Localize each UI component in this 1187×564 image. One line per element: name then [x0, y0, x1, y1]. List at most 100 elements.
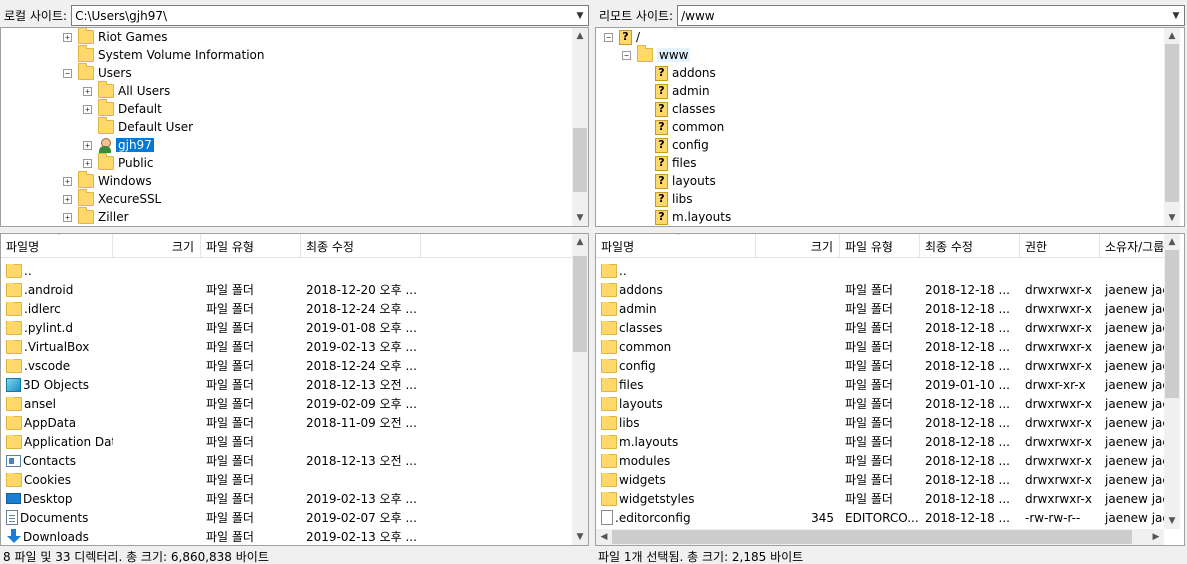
file-row[interactable]: admin 파일 폴더 2018-12-18 ... drwxrwxr-x jaenew… — [596, 299, 1169, 318]
tree-node[interactable]: ? m.layouts — [640, 208, 731, 226]
file-row[interactable]: ansel 파일 폴더 2019-02-09 오후 ... — [1, 394, 421, 413]
collapse-icon[interactable]: − — [622, 50, 631, 60]
tree-node[interactable]: ? libs — [640, 190, 693, 208]
local-tree-scrollbar[interactable]: ▲ ▼ — [572, 28, 588, 226]
file-row[interactable]: Cookies 파일 폴더 — [1, 470, 421, 489]
scroll-left-icon[interactable]: ◀ — [596, 529, 612, 545]
remote-path-combobox[interactable]: /www ▼ — [677, 5, 1185, 26]
tree-node[interactable]: − Users — [63, 63, 132, 82]
col-size[interactable]: 크기 — [113, 234, 201, 258]
tree-node[interactable]: + All Users — [83, 81, 170, 100]
tree-node[interactable]: ? common — [640, 118, 724, 136]
tree-node[interactable]: + Default — [83, 99, 162, 118]
local-directory-tree[interactable]: + Riot Games System Volume Information − Use… — [0, 27, 589, 227]
file-row[interactable]: 3D Objects 파일 폴더 2018-12-13 오전 ... — [1, 375, 421, 394]
scrollbar-thumb[interactable] — [1165, 44, 1179, 202]
remote-list-hscrollbar[interactable]: ◀ ▶ — [596, 529, 1164, 545]
scroll-down-icon[interactable]: ▼ — [1164, 210, 1180, 226]
file-row[interactable]: .idlerc 파일 폴더 2018-12-24 오후 ... — [1, 299, 421, 318]
tree-node[interactable]: ? addons — [640, 64, 716, 82]
tree-node[interactable]: + Ziller — [63, 207, 129, 226]
file-row[interactable]: widgetstyles 파일 폴더 2018-12-18 ... drwxrwxr-… — [596, 489, 1169, 508]
file-row[interactable]: .android 파일 폴더 2018-12-20 오후 ... — [1, 280, 421, 299]
file-row[interactable]: widgets 파일 폴더 2018-12-18 ... drwxrwxr-x jaen… — [596, 470, 1169, 489]
collapse-icon[interactable]: − — [63, 68, 72, 78]
scroll-down-icon[interactable]: ▼ — [572, 529, 588, 545]
local-list-scrollbar[interactable]: ▲ ▼ — [572, 234, 588, 545]
tree-node[interactable]: − www — [622, 45, 691, 64]
file-row[interactable]: .editorconfig 345 EDITORCO... 2018-12-18 ..… — [596, 508, 1169, 527]
scroll-down-icon[interactable]: ▼ — [572, 210, 588, 226]
file-row[interactable]: common 파일 폴더 2018-12-18 ... drwxrwxr-x jaene… — [596, 337, 1169, 356]
file-row[interactable]: .VirtualBox 파일 폴더 2019-02-13 오후 ... — [1, 337, 421, 356]
expand-icon[interactable]: + — [83, 104, 92, 114]
tree-node[interactable]: −? / — [604, 28, 640, 46]
tree-node[interactable]: ? classes — [640, 100, 715, 118]
tree-node[interactable]: + Riot Games — [63, 28, 168, 46]
chevron-down-icon[interactable]: ▼ — [572, 6, 588, 25]
file-row[interactable]: .pylint.d 파일 폴더 2019-01-08 오후 ... — [1, 318, 421, 337]
tree-node[interactable]: + Windows — [63, 171, 152, 190]
scroll-up-icon[interactable]: ▲ — [572, 234, 588, 250]
expand-icon[interactable]: + — [63, 32, 72, 42]
scroll-right-icon[interactable]: ▶ — [1148, 529, 1164, 545]
expand-icon[interactable]: + — [63, 194, 72, 204]
tree-node[interactable]: Default User — [83, 117, 193, 136]
expand-icon[interactable]: + — [83, 86, 92, 96]
col-permissions[interactable]: 권한 — [1020, 234, 1100, 258]
file-row[interactable]: layouts 파일 폴더 2018-12-18 ... drwxrwxr-x jaen… — [596, 394, 1169, 413]
file-row[interactable]: .. — [1, 261, 421, 280]
file-row[interactable]: config 파일 폴더 2018-12-18 ... drwxrwxr-x jaene… — [596, 356, 1169, 375]
tree-node[interactable]: + Public — [83, 153, 154, 172]
col-owner[interactable]: 소유자/그룹 — [1100, 234, 1169, 258]
col-type[interactable]: 파일 유형 — [840, 234, 920, 258]
col-filename[interactable]: 파일명 ˄ — [596, 234, 756, 258]
scroll-down-icon[interactable]: ▼ — [1164, 513, 1180, 529]
local-path-combobox[interactable]: C:\Users\gjh97\ ▼ — [71, 5, 589, 26]
col-type[interactable]: 파일 유형 — [201, 234, 301, 258]
scroll-up-icon[interactable]: ▲ — [572, 28, 588, 44]
col-size[interactable]: 크기 — [756, 234, 840, 258]
file-row[interactable]: modules 파일 폴더 2018-12-18 ... drwxrwxr-x jaen… — [596, 451, 1169, 470]
remote-list-scrollbar[interactable]: ▲ ▼ — [1164, 234, 1180, 529]
tree-node[interactable]: + XecureSSL — [63, 189, 161, 208]
tree-node[interactable]: ? layouts — [640, 172, 716, 190]
file-row[interactable]: Desktop 파일 폴더 2019-02-13 오후 ... — [1, 489, 421, 508]
tree-node[interactable]: System Volume Information — [63, 45, 264, 64]
file-row[interactable]: .. — [596, 261, 1169, 280]
col-filename[interactable]: 파일명 ˄ — [1, 234, 113, 258]
local-file-list[interactable]: 파일명 ˄ 크기 파일 유형 최종 수정 .. .android 파일 폴더 2018… — [0, 233, 589, 546]
scrollbar-thumb[interactable] — [612, 530, 1132, 544]
file-row[interactable]: Contacts 파일 폴더 2018-12-13 오전 ... — [1, 451, 421, 470]
expand-icon[interactable]: + — [83, 158, 92, 168]
file-row[interactable]: libs 파일 폴더 2018-12-18 ... drwxrwxr-x jaenew … — [596, 413, 1169, 432]
col-modified[interactable]: 최종 수정 — [301, 234, 421, 258]
remote-tree-scrollbar[interactable]: ▲ ▼ — [1164, 28, 1180, 226]
file-row[interactable]: Documents 파일 폴더 2019-02-07 오후 ... — [1, 508, 421, 527]
scrollbar-thumb[interactable] — [573, 256, 587, 352]
tree-node[interactable]: ? config — [640, 136, 709, 154]
tree-node[interactable]: + gjh97 — [83, 136, 154, 154]
expand-icon[interactable]: + — [83, 140, 92, 150]
file-row[interactable]: .vscode 파일 폴더 2018-12-24 오후 ... — [1, 356, 421, 375]
expand-icon[interactable]: + — [63, 176, 72, 186]
chevron-down-icon[interactable]: ▼ — [1168, 6, 1184, 25]
tree-node[interactable]: ? admin — [640, 82, 710, 100]
scrollbar-thumb[interactable] — [573, 128, 587, 192]
file-row[interactable]: classes 파일 폴더 2018-12-18 ... drwxrwxr-x jaen… — [596, 318, 1169, 337]
file-row[interactable]: files 파일 폴더 2019-01-10 ... drwxr-xr-x jaenew… — [596, 375, 1169, 394]
collapse-icon[interactable]: − — [604, 32, 613, 42]
local-path-input[interactable]: C:\Users\gjh97\ — [72, 9, 572, 23]
expand-icon[interactable]: + — [63, 212, 72, 222]
scroll-up-icon[interactable]: ▲ — [1164, 28, 1180, 44]
file-row[interactable]: Downloads 파일 폴더 2019-02-13 오후 ... — [1, 527, 421, 545]
file-row[interactable]: Application Data 파일 폴더 — [1, 432, 421, 451]
file-row[interactable]: m.layouts 파일 폴더 2018-12-18 ... drwxrwxr-x ja… — [596, 432, 1169, 451]
file-row[interactable]: addons 파일 폴더 2018-12-18 ... drwxrwxr-x jaene… — [596, 280, 1169, 299]
remote-file-list[interactable]: 파일명 ˄ 크기 파일 유형 최종 수정 권한 소유자/그룹 .. addons 파… — [595, 233, 1185, 546]
scroll-up-icon[interactable]: ▲ — [1164, 234, 1180, 250]
file-row[interactable]: AppData 파일 폴더 2018-11-09 오전 ... — [1, 413, 421, 432]
scrollbar-thumb[interactable] — [1165, 250, 1179, 398]
col-modified[interactable]: 최종 수정 — [920, 234, 1020, 258]
tree-node[interactable]: ? files — [640, 154, 697, 172]
